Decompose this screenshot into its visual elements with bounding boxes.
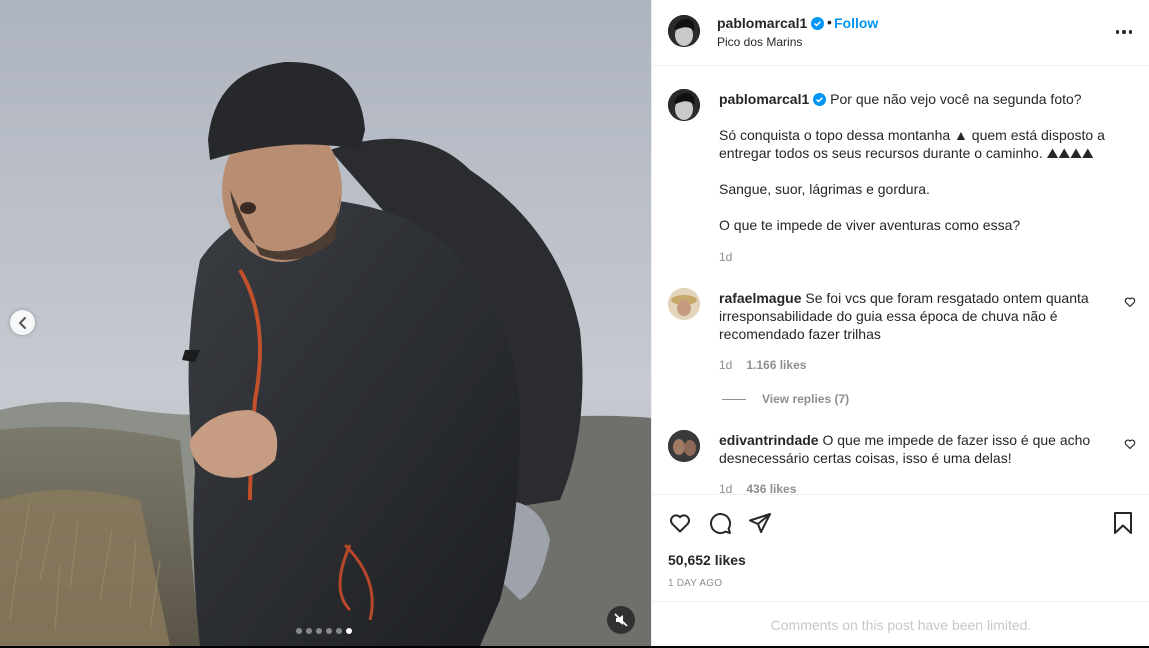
verified-badge-icon	[813, 93, 827, 106]
post-side-panel: pablomarcal1 • Follow Pico dos Marins pa…	[651, 0, 1149, 646]
comments-section[interactable]: pablomarcal1 Por que não vejo você na se…	[652, 67, 1149, 494]
avatar-image	[668, 430, 700, 462]
carousel-dot	[326, 628, 332, 634]
comment-text-block: edivantrindade O que me impede de fazer …	[719, 431, 1109, 467]
avatar-image	[668, 288, 700, 320]
post-timestamp[interactable]: 1 DAY AGO	[668, 578, 722, 589]
mute-toggle-button[interactable]	[607, 606, 635, 634]
comment-likes[interactable]: 1.166 likes	[746, 358, 806, 372]
caption-author-avatar[interactable]	[668, 89, 700, 121]
more-options-icon[interactable]	[1114, 22, 1134, 42]
post-header: pablomarcal1 • Follow Pico dos Marins	[652, 0, 1149, 66]
avatar-image	[668, 15, 700, 47]
chevron-left-icon	[18, 316, 26, 329]
carousel-dot	[296, 628, 302, 634]
comment-time[interactable]: 1d	[719, 358, 732, 372]
carousel-dot	[346, 628, 352, 634]
comment-meta: 1d 436 likes	[719, 482, 796, 494]
carousel-indicator	[296, 628, 352, 634]
replies-divider-line	[722, 398, 746, 400]
heart-icon[interactable]	[668, 511, 692, 535]
caption-paragraph: Só conquista o topo dessa montanha ▲ que…	[719, 127, 1105, 161]
comment-meta: 1d 1.166 likes	[719, 358, 806, 372]
header-separator: •	[827, 14, 832, 30]
comment-icon[interactable]	[708, 511, 732, 535]
author-avatar[interactable]	[668, 15, 700, 47]
carousel-dot	[306, 628, 312, 634]
bookmark-icon[interactable]	[1112, 511, 1134, 535]
author-username-text[interactable]: pablomarcal1	[717, 15, 807, 31]
caption-username[interactable]: pablomarcal1	[719, 91, 809, 107]
carousel-dot	[336, 628, 342, 634]
caption-paragraph: O que te impede de viver aventuras como …	[719, 217, 1021, 233]
comment-text-block: rafaelmague Se foi vcs que foram resgata…	[719, 289, 1109, 343]
carousel-dot	[316, 628, 322, 634]
caption-time[interactable]: 1d	[719, 250, 732, 264]
post-media[interactable]	[0, 0, 651, 646]
previous-slide-button[interactable]	[10, 310, 35, 335]
view-replies-button[interactable]: View replies (7)	[722, 392, 849, 406]
comment-likes[interactable]: 436 likes	[746, 482, 796, 494]
commenter-avatar[interactable]	[668, 430, 700, 462]
post-actions: 50,652 likes 1 DAY AGO Comments on this …	[652, 494, 1149, 646]
follow-button[interactable]: Follow	[834, 15, 878, 31]
instagram-post-dialog: pablomarcal1 • Follow Pico dos Marins pa…	[0, 0, 1149, 646]
commenter-username[interactable]: rafaelmague	[719, 290, 801, 306]
commenter-avatar[interactable]	[668, 288, 700, 320]
comment-like-heart-icon[interactable]	[1124, 438, 1136, 450]
avatar-image	[668, 89, 700, 121]
caption-first-line: pablomarcal1 Por que não vejo você na se…	[719, 90, 1109, 108]
muted-speaker-icon	[614, 613, 628, 627]
view-replies-label[interactable]: View replies (7)	[762, 392, 849, 406]
author-username[interactable]: pablomarcal1	[717, 15, 825, 31]
comment-time[interactable]: 1d	[719, 482, 732, 494]
caption-line1: Por que não vejo você na segunda foto?	[830, 91, 1082, 107]
verified-badge-icon	[811, 17, 825, 30]
comment-like-heart-icon[interactable]	[1124, 296, 1136, 308]
commenter-username[interactable]: edivantrindade	[719, 432, 819, 448]
share-icon[interactable]	[748, 511, 772, 535]
likes-count[interactable]: 50,652 likes	[668, 552, 746, 568]
caption-paragraph: Sangue, suor, lágrimas e gordura.	[719, 181, 930, 197]
comments-limited-notice: Comments on this post have been limited.	[652, 601, 1149, 647]
post-location[interactable]: Pico dos Marins	[717, 35, 802, 49]
hiker-photo	[0, 0, 651, 646]
